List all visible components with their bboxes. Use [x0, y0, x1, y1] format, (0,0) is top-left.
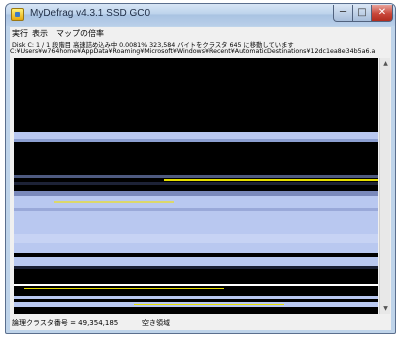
menu-bar: 実行 表示 マップの倍率	[10, 27, 391, 39]
status-bar: 論理クラスタ番号 = 49,354,185 空き領域	[10, 315, 391, 329]
map-band-used	[14, 182, 378, 185]
map-band-fragment	[24, 288, 224, 289]
map-band-free	[14, 253, 378, 256]
title-bar[interactable]: MyDefrag v4.3.1 SSD GC0 ─ □ ✕	[6, 4, 395, 26]
minimize-button[interactable]: ─	[333, 5, 353, 22]
close-button[interactable]: ✕	[372, 5, 393, 22]
menu-map-zoom[interactable]: マップの倍率	[56, 28, 104, 39]
map-band-used	[14, 139, 378, 142]
mydefrag-app-icon[interactable]	[11, 8, 24, 21]
map-band-used	[14, 175, 378, 178]
map-band-used	[14, 257, 378, 266]
map-band-used	[14, 191, 378, 196]
vertical-scrollbar[interactable]: ▲ ▼	[379, 58, 390, 314]
region-type-readout: 空き領域	[142, 319, 170, 327]
map-band-used	[14, 243, 378, 253]
map-band-used	[14, 266, 378, 269]
disk-cluster-map[interactable]	[14, 58, 378, 314]
scroll-up-arrow-icon[interactable]: ▲	[381, 59, 390, 68]
maximize-button[interactable]: □	[353, 5, 372, 22]
menu-view[interactable]: 表示	[32, 28, 48, 39]
map-band-used	[14, 234, 378, 243]
current-file-path: C:¥Users¥w764home¥AppData¥Roaming¥Micros…	[10, 48, 376, 55]
mydefrag-window: MyDefrag v4.3.1 SSD GC0 ─ □ ✕ 実行 表示 マップの…	[5, 3, 396, 334]
map-band-fragment	[164, 179, 378, 181]
map-band-used	[14, 208, 378, 211]
client-area: 実行 表示 マップの倍率 Disk C: 1 / 1 段階目 高速詰め込み中 0…	[10, 27, 391, 330]
map-band-used	[14, 296, 378, 299]
map-band-fragment	[54, 201, 174, 203]
menu-run[interactable]: 実行	[12, 28, 28, 39]
map-band-used	[14, 211, 378, 234]
map-band-selection	[14, 284, 378, 286]
cluster-number-readout: 論理クラスタ番号 = 49,354,185	[12, 319, 119, 327]
map-band-fragment	[134, 304, 284, 305]
scroll-down-arrow-icon[interactable]: ▼	[381, 304, 390, 313]
window-title: MyDefrag v4.3.1 SSD GC0	[30, 8, 151, 19]
map-band-used	[14, 132, 378, 140]
map-free-space	[14, 58, 378, 314]
